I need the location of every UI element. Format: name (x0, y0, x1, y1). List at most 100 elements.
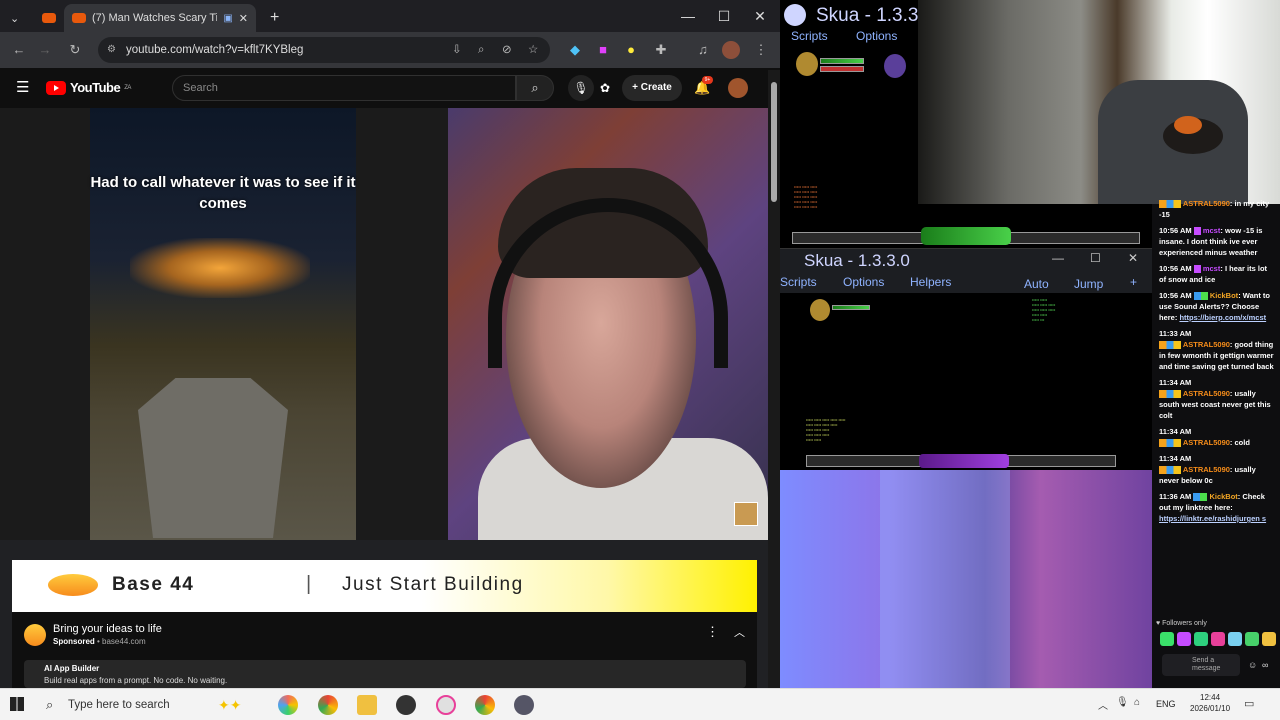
microphone-icon[interactable]: 🎙 (1116, 697, 1129, 708)
search-input[interactable]: Search (172, 75, 516, 101)
account-avatar[interactable] (728, 78, 748, 98)
menu2-helpers[interactable]: Helpers (910, 275, 951, 289)
menu-dots-icon[interactable]: ⋮ (752, 41, 770, 59)
menu2-options[interactable]: Options (843, 275, 884, 289)
back-icon[interactable]: ← (10, 41, 28, 59)
site-info-icon[interactable]: ⚙ (107, 37, 116, 63)
picture-in-picture-icon[interactable]: ▣ (223, 13, 232, 24)
chat-username[interactable]: ASTRAL5090 (1183, 340, 1230, 349)
emote-row[interactable] (1160, 632, 1278, 646)
emote-7-icon[interactable] (1262, 632, 1276, 646)
menu2-add[interactable]: + (1130, 275, 1137, 289)
chat-settings-icon[interactable]: ∞ (1262, 660, 1268, 670)
skua-window-bottom: Skua - 1.3.3.0 — ☐ ✕ Scripts Options Hel… (780, 248, 1152, 470)
ad-menu-icon[interactable]: ⋮ (706, 624, 719, 640)
eye-off-icon[interactable]: ⊘ (502, 37, 512, 63)
chat-link[interactable]: https://linktr.ee/rashidjurgen s (1159, 514, 1266, 523)
tab-search-dropdown[interactable]: ⌄ (6, 4, 28, 32)
chat-username[interactable]: mcst (1203, 226, 1221, 235)
chat-username[interactable]: ASTRAL5090 (1183, 389, 1230, 398)
chat-username[interactable]: ASTRAL5090 (1183, 438, 1230, 447)
region-badge: ZA (124, 84, 131, 91)
skua2-title: Skua - 1.3.3.0 (804, 251, 910, 270)
chat-link[interactable]: https://bierp.com/x/mcst (1179, 313, 1266, 322)
menu2-scripts[interactable]: Scripts (780, 275, 817, 289)
user-badge-icon (1193, 227, 1201, 236)
zoom-icon[interactable]: ⌕ (478, 37, 484, 63)
media-control-icon[interactable]: ♫ (694, 41, 712, 59)
taskbar-search-input[interactable]: ⌕ Type here to search (38, 692, 278, 718)
ad-card[interactable]: Bring your ideas to life Sponsored • bas… (12, 612, 757, 688)
tab-pinned[interactable] (34, 4, 62, 32)
chat-username[interactable]: ASTRAL5090 (1183, 465, 1230, 474)
tab-close-icon[interactable]: ✕ (239, 12, 248, 25)
skua-app-icon[interactable] (514, 695, 534, 715)
menu-scripts[interactable]: Scripts (791, 29, 828, 43)
emote-1-icon[interactable] (1160, 632, 1174, 646)
chat-username[interactable]: mcst (1203, 264, 1221, 273)
chat-send-input[interactable]: Send a message (1162, 654, 1240, 676)
skua2-close[interactable]: ✕ (1128, 251, 1138, 265)
chat-username[interactable]: KickBot (1209, 492, 1237, 501)
extension-a-icon[interactable]: ◆ (566, 41, 584, 59)
menu2-auto[interactable]: Auto (1024, 277, 1049, 291)
maximize-button[interactable]: ☐ (714, 6, 734, 26)
chrome-active-icon[interactable] (475, 695, 495, 715)
start-windows-icon[interactable] (10, 697, 24, 711)
street-light-glow (130, 238, 310, 298)
new-tab-button[interactable]: + (262, 4, 282, 32)
extension-badge-icon[interactable]: ✿ (600, 81, 610, 95)
game-action-bar-2[interactable] (806, 454, 1116, 468)
emote-2-icon[interactable] (1177, 632, 1191, 646)
emote-6-icon[interactable] (1245, 632, 1259, 646)
youtube-logo[interactable]: YouTube ZA (46, 80, 131, 95)
chrome-app-icon[interactable] (318, 695, 338, 715)
voice-search-icon[interactable]: 🎙 (568, 75, 594, 101)
ad-subcard[interactable]: AI App Builder Build real apps from a pr… (24, 660, 746, 688)
hamburger-menu-icon[interactable]: ☰ (16, 78, 29, 96)
forward-icon[interactable]: → (36, 41, 54, 59)
chat-username[interactable]: KickBot (1210, 291, 1238, 300)
collapse-chevron-icon[interactable]: ︿ (734, 624, 745, 640)
clock[interactable]: 12:44 2026/01/10 (1190, 692, 1230, 714)
skua2-maximize[interactable]: ☐ (1090, 251, 1101, 265)
bookmark-star-icon[interactable]: ☆ (528, 37, 538, 63)
install-icon[interactable]: ⇩ (452, 37, 462, 63)
search-icon: ⌕ (46, 697, 54, 712)
extension-b-icon[interactable]: ■ (594, 41, 612, 59)
channel-watermark[interactable] (734, 502, 758, 526)
game-action-bar[interactable] (792, 227, 1140, 245)
extensions-puzzle-icon[interactable]: ✚ (652, 41, 670, 59)
video-player[interactable]: Had to call whatever it was to see if it… (0, 108, 768, 540)
skua2-minimize[interactable]: — (1052, 251, 1064, 265)
address-bar[interactable]: ⚙ youtube.com/watch?v=kflt7KYBleg ⇩ ⌕ ⊘ … (98, 37, 550, 63)
obs-app-icon[interactable] (396, 695, 416, 715)
profile-avatar[interactable] (722, 41, 740, 59)
search-button[interactable]: ⌕ (516, 75, 554, 101)
reload-icon[interactable]: ↻ (66, 41, 84, 59)
extension-c-icon[interactable]: ● (622, 41, 640, 59)
emote-3-icon[interactable] (1194, 632, 1208, 646)
menu2-jump[interactable]: Jump (1074, 277, 1103, 291)
notification-center-icon[interactable]: ▭ (1244, 697, 1254, 710)
page-scrollbar[interactable] (768, 70, 780, 688)
menu-options[interactable]: Options (856, 29, 897, 43)
app-five-icon[interactable] (436, 695, 456, 715)
tab-active[interactable]: (7) Man Watches Scary Tikt ▣ ✕ (64, 4, 256, 32)
photos-app-icon[interactable] (278, 695, 298, 715)
tray-chevron-icon[interactable]: ︿ (1098, 697, 1108, 712)
emote-4-icon[interactable] (1211, 632, 1225, 646)
file-explorer-icon[interactable] (357, 695, 377, 715)
scroll-thumb[interactable] (771, 82, 777, 202)
ad-banner[interactable]: Base 44 | Just Start Building (12, 560, 757, 612)
emote-5-icon[interactable] (1228, 632, 1242, 646)
minimize-button[interactable]: — (678, 6, 698, 26)
emoji-picker-icon[interactable]: ☺ (1248, 660, 1257, 670)
chat-username[interactable]: ASTRAL5090 (1183, 199, 1230, 208)
close-button[interactable]: ✕ (750, 6, 770, 26)
create-button[interactable]: + Create (622, 75, 682, 101)
network-icon[interactable]: ⌂ (1134, 697, 1140, 708)
user-badges-icon (1159, 390, 1181, 399)
language-indicator[interactable]: ENG (1156, 699, 1176, 709)
sponsored-label: Sponsored (53, 637, 95, 646)
